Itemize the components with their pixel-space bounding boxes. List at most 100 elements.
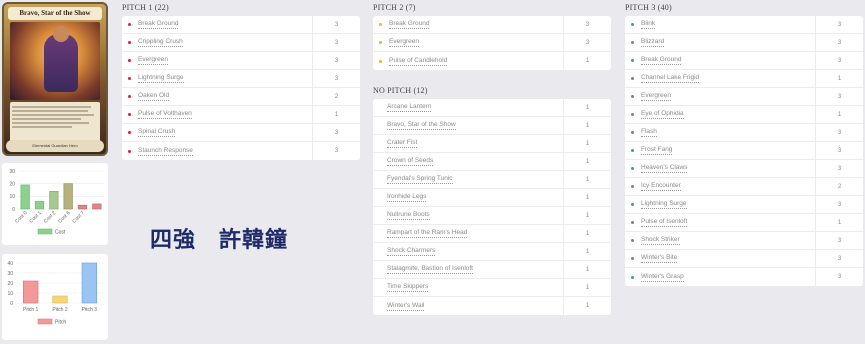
card-name-link[interactable]: Staunch Response <box>138 147 193 156</box>
card-name-link[interactable]: Blink <box>641 20 656 29</box>
card-row[interactable]: Crater Fist 1 <box>373 135 611 153</box>
card-name-link[interactable]: Arcane Lantern <box>387 103 432 112</box>
card-name-link[interactable]: Evergreen <box>389 38 419 47</box>
card-name-link[interactable]: Crippling Crush <box>138 38 183 47</box>
card-row[interactable]: Crown of Seeds 1 <box>373 153 611 171</box>
card-row[interactable]: Blizzard 3 <box>625 34 863 52</box>
card-row[interactable]: Pulse of Isenloft 1 <box>625 214 863 232</box>
card-name-link[interactable]: Flash <box>641 128 657 137</box>
card-name-link[interactable]: Evergreen <box>641 92 671 101</box>
card-name-link[interactable]: Blizzard <box>641 38 665 47</box>
x-tick-label: Cost 2 <box>43 210 58 225</box>
pitch-dot-icon <box>379 59 382 63</box>
card-row[interactable]: Lightning Surge 3 <box>625 196 863 214</box>
card-name-link[interactable]: Break Ground <box>138 20 179 29</box>
card-name-link[interactable]: Shock Striker <box>641 236 680 245</box>
x-tick-label: Cost 1 <box>28 210 43 225</box>
card-row[interactable]: Ironhide Legs 1 <box>373 189 611 207</box>
pitch-dot-icon <box>631 149 634 152</box>
card-quantity: 3 <box>815 232 863 249</box>
pitch1-title: PITCH 1 (22) <box>122 3 169 12</box>
pitch-dot-icon <box>128 23 131 26</box>
card-name-link[interactable]: Nullrune Boots <box>387 211 430 220</box>
card-name-link[interactable]: Lightning Surge <box>138 74 184 83</box>
card-name-link[interactable]: Time Skippers <box>387 283 429 292</box>
card-row[interactable]: Break Ground 3 <box>373 16 611 34</box>
nopitch-list: Arcane Lantern 1 Bravo, Star of the Show 1 C… <box>373 99 611 315</box>
card-row[interactable]: Winter's Bite 3 <box>625 250 863 268</box>
card-name-link[interactable]: Heaven's Claws <box>641 164 688 173</box>
card-row[interactable]: Eye of Ophidia 1 <box>625 106 863 124</box>
card-name-link[interactable]: Pulse of Isenloft <box>641 218 688 227</box>
pitch-dot-icon <box>631 203 634 206</box>
card-row[interactable]: Blink 3 <box>625 16 863 34</box>
x-tick-label: Cost 6 <box>57 210 72 225</box>
card-name-link[interactable]: Eye of Ophidia <box>641 110 684 119</box>
card-name-link[interactable]: Winter's Wail <box>387 302 425 311</box>
card-name-link[interactable]: Crown of Seeds <box>387 157 434 166</box>
card-row[interactable]: Time Skippers 1 <box>373 279 611 297</box>
x-tick-label: Cost 7 <box>71 210 86 225</box>
nopitch-section: NO PITCH (12) Arcane Lantern 1 Bravo, Star… <box>373 85 611 315</box>
card-name-link[interactable]: Frost Fang <box>641 146 673 155</box>
card-row[interactable]: Spinal Crush 3 <box>122 124 360 142</box>
card-name-link[interactable]: Stalagmite, Bastion of Isenloft <box>387 265 473 274</box>
card-row[interactable]: Break Ground 3 <box>625 52 863 70</box>
card-row[interactable]: Pulse of Volthaven 1 <box>122 106 360 124</box>
card-quantity: 1 <box>563 207 611 224</box>
card-quantity: 1 <box>563 189 611 206</box>
card-row[interactable]: Staunch Response 3 <box>122 142 360 160</box>
card-name-link[interactable]: Crater Fist <box>387 139 418 148</box>
card-quantity: 1 <box>815 214 863 231</box>
card-name-link[interactable]: Bravo, Star of the Show <box>387 121 456 130</box>
card-row[interactable]: Shock Charmers 1 <box>373 243 611 261</box>
card-name-link[interactable]: Break Ground <box>389 20 430 29</box>
card-row[interactable]: Icy Encounter 2 <box>625 178 863 196</box>
card-name-link[interactable]: Break Ground <box>641 56 682 65</box>
card-quantity: 3 <box>815 16 863 33</box>
card-name-link[interactable]: Rampart of the Ram's Head <box>387 229 468 238</box>
card-row[interactable]: Evergreen 3 <box>122 52 360 70</box>
card-row[interactable]: Evergreen 3 <box>373 34 611 52</box>
card-row[interactable]: Fyendal's Spring Tunic 1 <box>373 171 611 189</box>
card-row[interactable]: Crippling Crush 3 <box>122 34 360 52</box>
card-row[interactable]: Shock Striker 3 <box>625 232 863 250</box>
card-quantity: 1 <box>563 135 611 152</box>
pitch1-section: PITCH 1 (22) Break Ground 3 Crippling Crus… <box>122 2 360 160</box>
card-name-link[interactable]: Lightning Surge <box>641 200 687 209</box>
card-name-link[interactable]: Pulse of Volthaven <box>138 110 192 119</box>
card-row[interactable]: Arcane Lantern 1 <box>373 99 611 117</box>
card-row[interactable]: Flash 3 <box>625 124 863 142</box>
card-row[interactable]: Channel Lake Frigid 1 <box>625 70 863 88</box>
card-row[interactable]: Pulse of Candlehold 1 <box>373 52 611 70</box>
card-row[interactable]: Nullrune Boots 1 <box>373 207 611 225</box>
card-name-link[interactable]: Winter's Grasp <box>641 273 684 282</box>
pitch-bar <box>81 262 97 304</box>
card-quantity: 3 <box>312 70 360 87</box>
pitch-bar <box>23 280 39 304</box>
pitch-dot-icon <box>631 59 634 62</box>
card-row[interactable]: Bravo, Star of the Show 1 <box>373 117 611 135</box>
card-row[interactable]: Winter's Wail 1 <box>373 297 611 315</box>
pitch-chart-panel: 0 10 20 30 40 Pitch 1 Pitch 2 Pitch 3 Pitch <box>2 254 108 340</box>
card-name-link[interactable]: Pulse of Candlehold <box>389 57 448 66</box>
card-row[interactable]: Break Ground 3 <box>122 16 360 34</box>
card-name-link[interactable]: Fyendal's Spring Tunic <box>387 175 453 184</box>
card-quantity: 3 <box>312 142 360 160</box>
card-name-link[interactable]: Ironhide Legs <box>387 193 427 202</box>
card-name-link[interactable]: Spinal Crush <box>138 128 176 137</box>
card-name-link[interactable]: Shock Charmers <box>387 247 436 256</box>
card-name-link[interactable]: Oaken Old <box>138 92 170 101</box>
card-name-link[interactable]: Channel Lake Frigid <box>641 74 700 83</box>
card-row[interactable]: Winter's Grasp 3 <box>625 268 863 286</box>
card-name-link[interactable]: Winter's Bite <box>641 254 678 263</box>
card-row[interactable]: Oaken Old 2 <box>122 88 360 106</box>
card-row[interactable]: Stalagmite, Bastion of Isenloft 1 <box>373 261 611 279</box>
card-row[interactable]: Lightning Surge 3 <box>122 70 360 88</box>
card-name-link[interactable]: Icy Encounter <box>641 182 681 191</box>
card-name-link[interactable]: Evergreen <box>138 56 168 65</box>
card-row[interactable]: Evergreen 3 <box>625 88 863 106</box>
card-row[interactable]: Frost Fang 3 <box>625 142 863 160</box>
card-row[interactable]: Rampart of the Ram's Head 1 <box>373 225 611 243</box>
card-row[interactable]: Heaven's Claws 3 <box>625 160 863 178</box>
